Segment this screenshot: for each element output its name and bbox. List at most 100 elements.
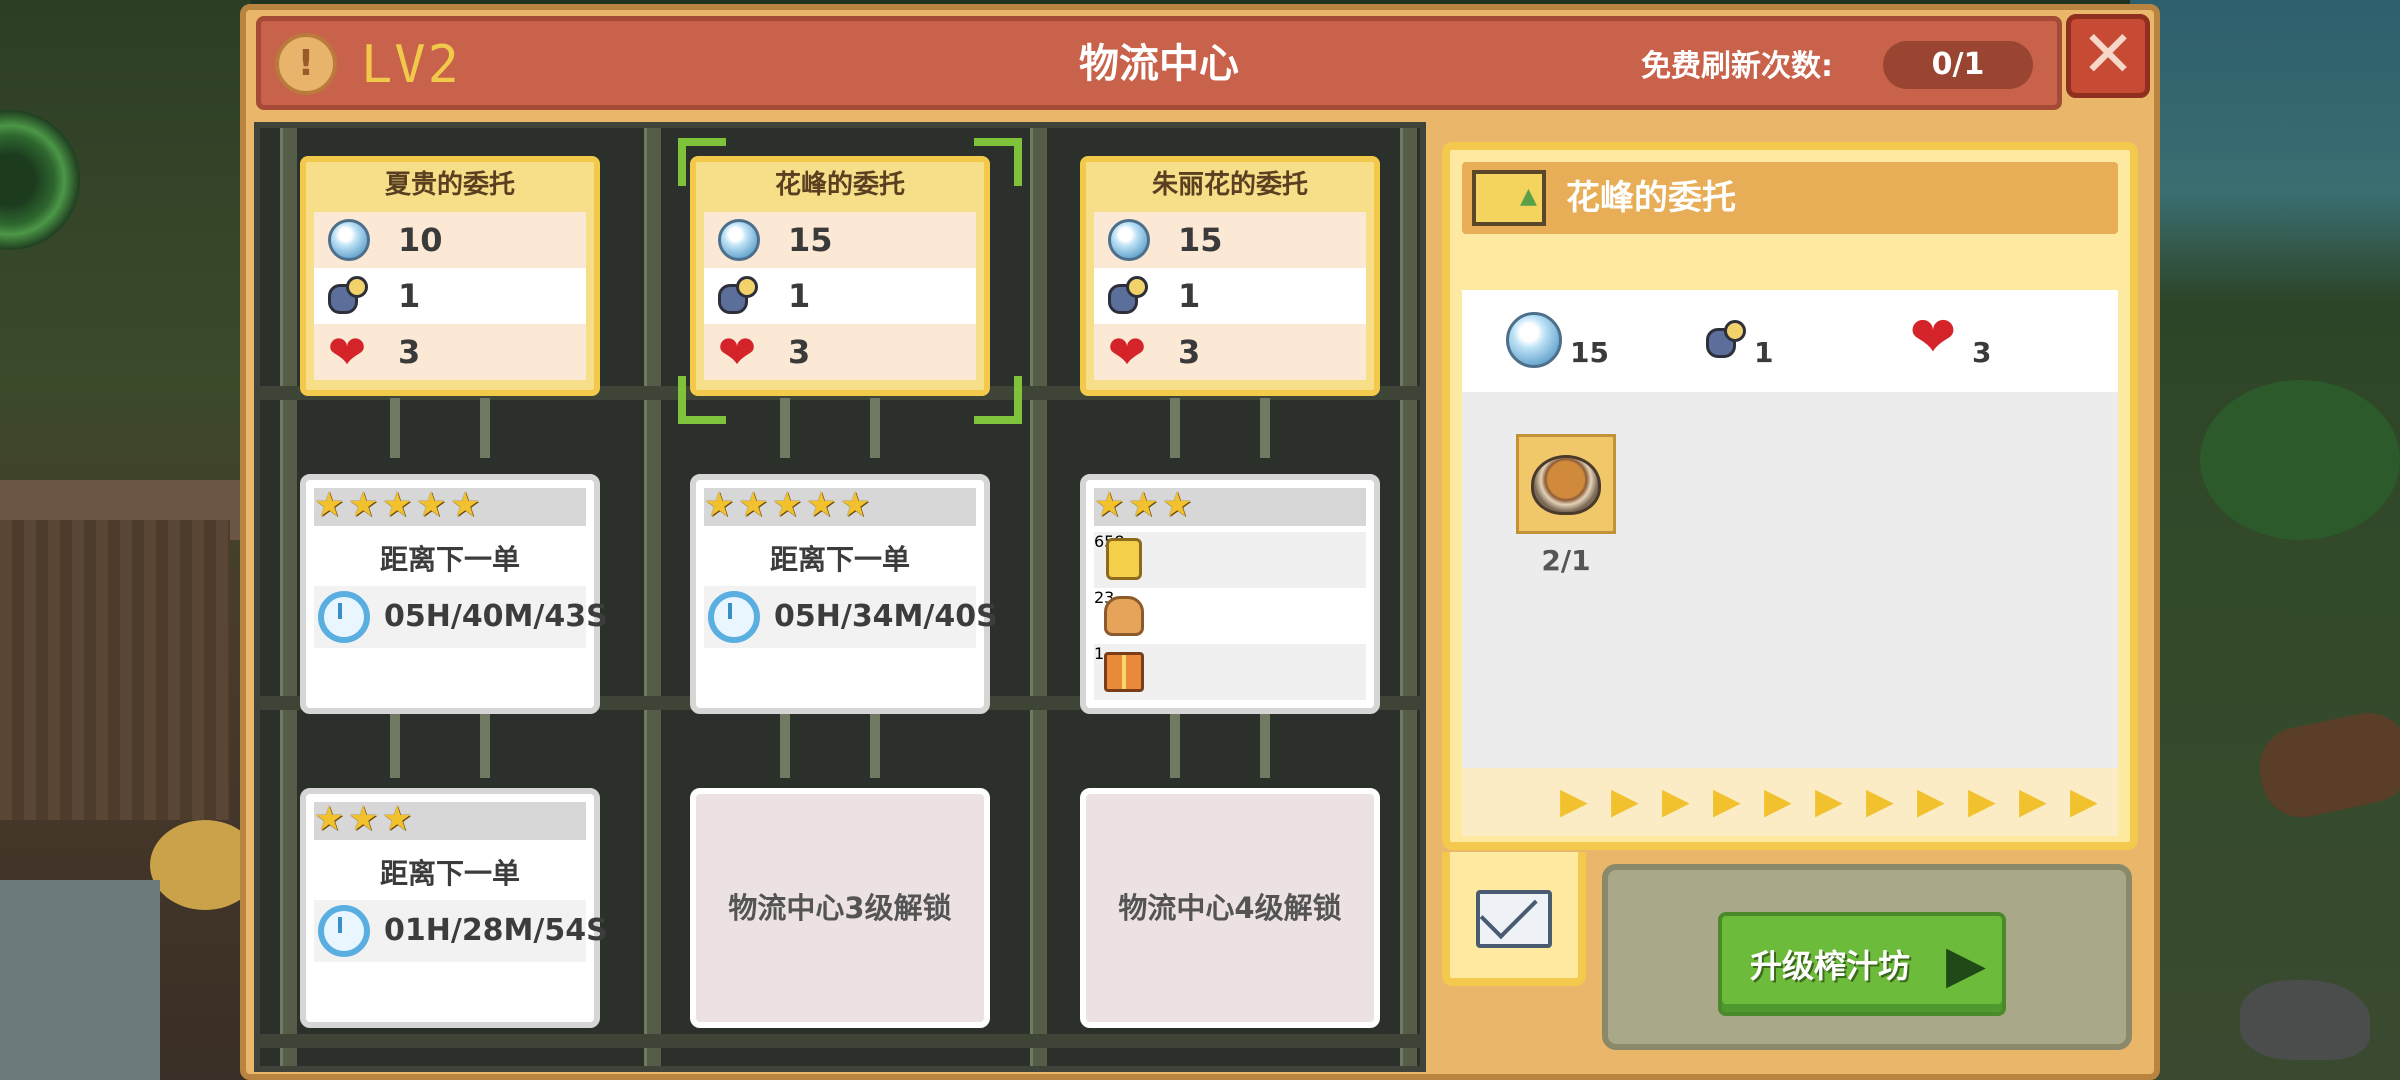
order-slot-reward[interactable]: ★★★ 658 23 1 xyxy=(1080,474,1380,714)
arrow-icon: ▶ xyxy=(1764,781,1792,822)
item-slot[interactable] xyxy=(1516,434,1616,534)
board-bar xyxy=(260,1034,1420,1048)
order-row-diamond: 15 xyxy=(1094,212,1366,268)
detail-header: 花峰的委托 xyxy=(1462,162,2118,234)
arrow-icon: ▶ xyxy=(1917,781,1945,822)
arrow-icon: ▶ xyxy=(1866,781,1894,822)
detail-diamond-value: 15 xyxy=(1570,336,1609,369)
heart-icon: ❤ xyxy=(1107,325,1147,379)
unlock-requirement: 物流中心4级解锁 xyxy=(1118,891,1342,925)
detail-title: 花峰的委托 xyxy=(1566,178,1736,218)
order-ticket-icon xyxy=(1472,170,1546,226)
arrow-icon: ▶ xyxy=(2019,781,2047,822)
heart-icon: ❤ xyxy=(717,325,757,379)
diamond-icon xyxy=(718,219,760,261)
order-row-hearts: ❤ 3 xyxy=(314,324,586,380)
board-post xyxy=(480,708,490,778)
order-row-workers: 1 xyxy=(1094,268,1366,324)
board-post xyxy=(480,398,490,458)
arrow-icon: ▶ xyxy=(1611,781,1639,822)
logistics-center-panel: ! LV2 物流中心 免费刷新次数: 0/1 ✕ 夏贵的委托 10 1 ❤ 3 … xyxy=(240,4,2160,1080)
order-diamond-value: 15 xyxy=(1178,221,1223,259)
arrow-icon: ▶ xyxy=(1815,781,1843,822)
star-rating: ★ ★ ★ ★ ★ xyxy=(704,488,976,526)
star-icon: ★ xyxy=(806,485,837,525)
diamond-icon xyxy=(328,219,370,261)
free-refresh-count[interactable]: 0/1 xyxy=(1883,41,2033,89)
order-slot-waiting[interactable]: ★ ★ ★ ★ ★ 距离下一单 05H/34M/40S xyxy=(690,474,998,714)
upgrade-button-label: 升级榨汁坊 xyxy=(1750,947,1911,985)
order-worker-value: 1 xyxy=(398,277,421,315)
mail-tab[interactable] xyxy=(1442,852,1586,986)
timer-row: 05H/40M/43S xyxy=(314,586,608,648)
star-icon: ★ xyxy=(314,799,345,839)
star-icon: ★ xyxy=(314,485,345,525)
diamond-icon xyxy=(1506,312,1562,368)
order-row-hearts: ❤ 3 xyxy=(704,324,976,380)
countdown-timer: 05H/34M/40S xyxy=(774,599,998,634)
star-icon: ★ xyxy=(348,485,379,525)
free-refresh-label: 免费刷新次数: xyxy=(1641,49,1833,84)
order-detail-panel: 花峰的委托 15 1 ❤ 3 2/1 ▶ ▶ ▶ ▶ ▶ xyxy=(1442,142,2138,850)
soup-bowl-icon xyxy=(1531,455,1601,515)
clock-icon xyxy=(318,905,370,957)
board-post xyxy=(870,398,880,458)
decor-bush xyxy=(2200,380,2400,540)
order-heart-value: 3 xyxy=(398,333,421,371)
star-icon: ★ xyxy=(416,485,447,525)
hut-wall xyxy=(0,520,230,820)
arrow-icon: ▶ xyxy=(1560,781,1588,822)
board-post xyxy=(1260,398,1270,458)
order-diamond-value: 10 xyxy=(398,221,443,259)
action-area: 升级榨汁坊 ▶ xyxy=(1602,864,2132,1050)
arrow-icon: ▶ xyxy=(1713,781,1741,822)
background-left-scenery xyxy=(0,0,260,1080)
timer-row: 05H/34M/40S xyxy=(704,586,998,648)
selection-corner xyxy=(678,138,726,186)
reward-row-bread: 23 xyxy=(1094,588,1366,644)
order-board: 夏贵的委托 10 1 ❤ 3 花峰的委托 15 1 ❤ 3 朱丽花的委托 15 … xyxy=(254,122,1426,1072)
worker-icon xyxy=(1702,318,1750,362)
worker-icon xyxy=(1104,274,1152,318)
star-icon: ★ xyxy=(840,485,871,525)
board-post xyxy=(1260,708,1270,778)
chest-icon xyxy=(1104,652,1144,692)
order-slot-waiting[interactable]: ★ ★ ★ ★ ★ 距离下一单 05H/40M/43S xyxy=(300,474,608,714)
next-order-label: 距离下一单 xyxy=(379,857,520,890)
coin-icon xyxy=(1106,538,1142,580)
decor-rock xyxy=(2240,980,2370,1060)
order-row-diamond: 15 xyxy=(704,212,976,268)
star-icon: ★ xyxy=(704,485,735,525)
star-icon: ★ xyxy=(1094,485,1125,525)
star-icon: ★ xyxy=(738,485,769,525)
upgrade-juice-shop-button[interactable]: 升级榨汁坊 ▶ xyxy=(1718,912,2006,1016)
detail-heart-value: 3 xyxy=(1972,336,1992,369)
order-worker-value: 1 xyxy=(788,277,811,315)
star-icon: ★ xyxy=(1162,485,1193,525)
selection-corner xyxy=(974,376,1022,424)
item-count: 2/1 xyxy=(1541,544,1591,577)
board-post xyxy=(390,708,400,778)
board-post xyxy=(780,708,790,778)
order-title: 朱丽花的委托 xyxy=(1151,170,1308,200)
order-ticket[interactable]: 朱丽花的委托 15 1 ❤ 3 xyxy=(1080,156,1380,396)
clock-icon xyxy=(708,591,760,643)
board-rail xyxy=(1030,128,1047,1066)
star-icon: ★ xyxy=(382,485,413,525)
star-rating: ★ ★ ★ xyxy=(1094,488,1366,526)
order-heart-value: 3 xyxy=(1178,333,1201,371)
countdown-timer: 05H/40M/43S xyxy=(384,599,608,634)
order-row-workers: 1 xyxy=(314,268,586,324)
double-arrow-icon: ▶ xyxy=(1946,935,1986,995)
star-rating: ★ ★ ★ xyxy=(314,802,586,840)
close-button[interactable]: ✕ xyxy=(2066,14,2150,98)
order-ticket[interactable]: 夏贵的委托 10 1 ❤ 3 xyxy=(300,156,600,396)
order-slot-waiting[interactable]: ★ ★ ★ 距离下一单 01H/28M/54S xyxy=(300,788,608,1028)
order-row-diamond: 10 xyxy=(314,212,586,268)
order-heart-value: 3 xyxy=(788,333,811,371)
order-ticket-selected[interactable]: 花峰的委托 15 1 ❤ 3 xyxy=(690,156,990,396)
selection-corner xyxy=(678,376,726,424)
diamond-icon xyxy=(1108,219,1150,261)
board-rail xyxy=(644,128,661,1066)
unlock-requirement: 物流中心3级解锁 xyxy=(728,891,952,925)
